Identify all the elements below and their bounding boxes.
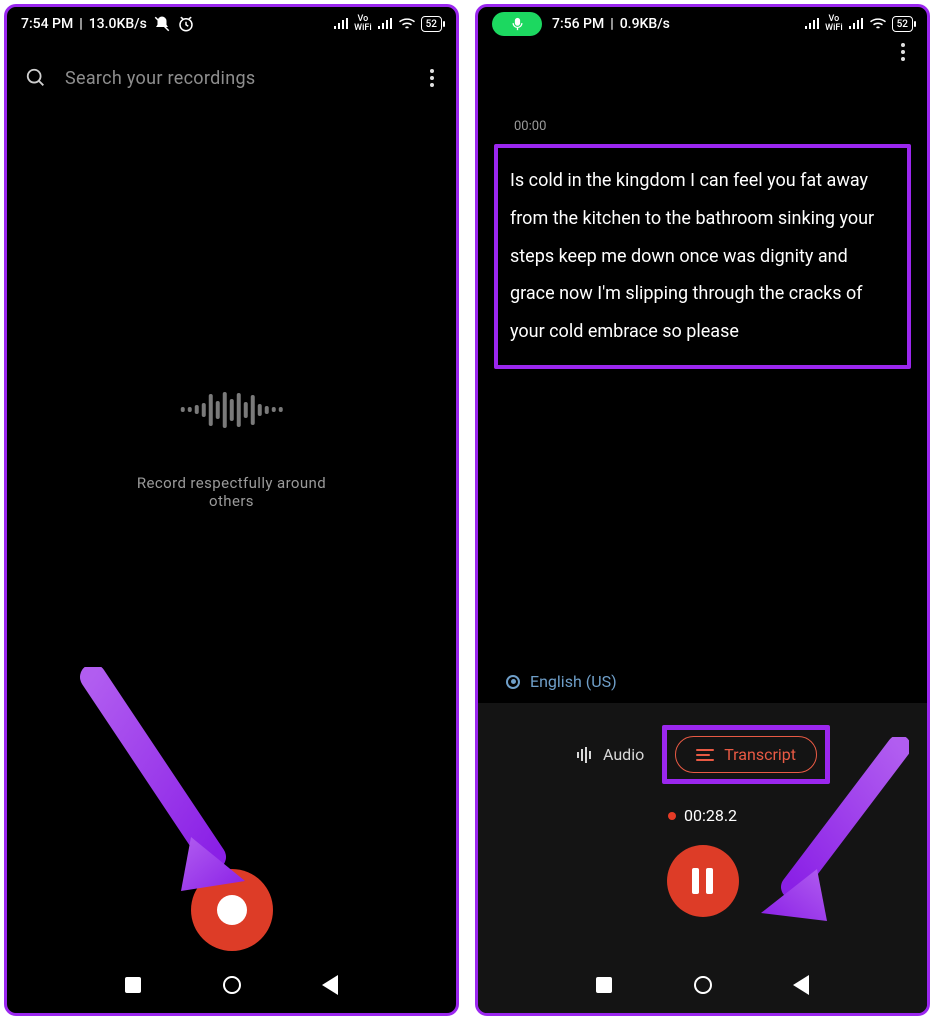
transcript-highlight-box-2: Transcript — [662, 725, 830, 784]
bell-slash-icon — [153, 15, 171, 33]
battery-icon: 52 — [421, 16, 442, 32]
alarm-icon — [177, 15, 195, 33]
status-time: 7:56 PM — [552, 16, 604, 32]
record-dot-icon — [217, 895, 247, 925]
transcript-highlight-box: Is cold in the kingdom I can feel you fa… — [494, 144, 911, 369]
more-menu-icon[interactable] — [897, 39, 909, 65]
signal-icon — [848, 18, 864, 30]
phone-left: 7:54 PM | 13.0KB/s Vo WiFi 52 Search you… — [4, 4, 459, 1016]
wifi-icon — [398, 17, 416, 31]
transcript-mode-tab[interactable]: Transcript — [675, 736, 817, 773]
nav-back-icon[interactable] — [793, 975, 809, 995]
nav-recents-icon[interactable] — [125, 977, 141, 993]
empty-state-text: Record respectfully around others — [119, 474, 344, 510]
nav-back-icon[interactable] — [322, 975, 338, 995]
search-input[interactable]: Search your recordings — [65, 68, 408, 89]
phone-right: 7:56 PM | 0.9KB/s Vo WiFi 52 00:00 Is co… — [475, 4, 930, 1016]
signal-icon — [333, 18, 349, 30]
battery-icon: 52 — [892, 16, 913, 32]
audio-bars-icon — [575, 746, 593, 764]
waveform-icon — [119, 390, 344, 430]
transcript-lines-icon — [696, 749, 714, 761]
transcript-timestamp: 00:00 — [478, 41, 927, 140]
nav-bar — [7, 963, 456, 1013]
audio-mode-tab[interactable]: Audio — [575, 745, 644, 764]
recording-time: 00:28.2 — [668, 806, 737, 825]
signal-icon — [804, 18, 820, 30]
pause-button[interactable] — [667, 845, 739, 917]
target-icon — [506, 675, 520, 689]
wifi-icon — [869, 17, 887, 31]
mic-active-pill[interactable] — [492, 12, 542, 36]
status-time: 7:54 PM — [21, 16, 73, 32]
status-bar: 7:54 PM | 13.0KB/s Vo WiFi 52 — [7, 7, 456, 41]
language-selector[interactable]: English (US) — [506, 672, 617, 691]
record-button[interactable] — [191, 869, 273, 951]
transcript-text[interactable]: Is cold in the kingdom I can feel you fa… — [510, 162, 895, 351]
signal-icon — [377, 18, 393, 30]
more-menu-icon[interactable] — [426, 65, 438, 91]
search-icon — [25, 67, 47, 89]
audio-mode-label: Audio — [603, 745, 644, 764]
status-bar: 7:56 PM | 0.9KB/s Vo WiFi 52 — [478, 7, 927, 41]
language-label: English (US) — [530, 672, 617, 691]
recording-dot-icon — [668, 812, 676, 820]
recording-panel: Audio Transcript 00:28.2 — [478, 703, 927, 963]
status-speed: 0.9KB/s — [620, 16, 670, 32]
vowifi-label: Vo WiFi — [354, 15, 371, 33]
status-speed: 13.0KB/s — [89, 16, 147, 32]
recording-time-value: 00:28.2 — [684, 806, 737, 825]
nav-bar — [478, 963, 927, 1013]
nav-home-icon[interactable] — [694, 976, 712, 994]
empty-state: Record respectfully around others — [119, 390, 344, 510]
search-row[interactable]: Search your recordings — [7, 41, 456, 97]
transcript-mode-label: Transcript — [724, 745, 796, 764]
nav-home-icon[interactable] — [223, 976, 241, 994]
nav-recents-icon[interactable] — [596, 977, 612, 993]
vowifi-label: Vo WiFi — [825, 15, 842, 33]
